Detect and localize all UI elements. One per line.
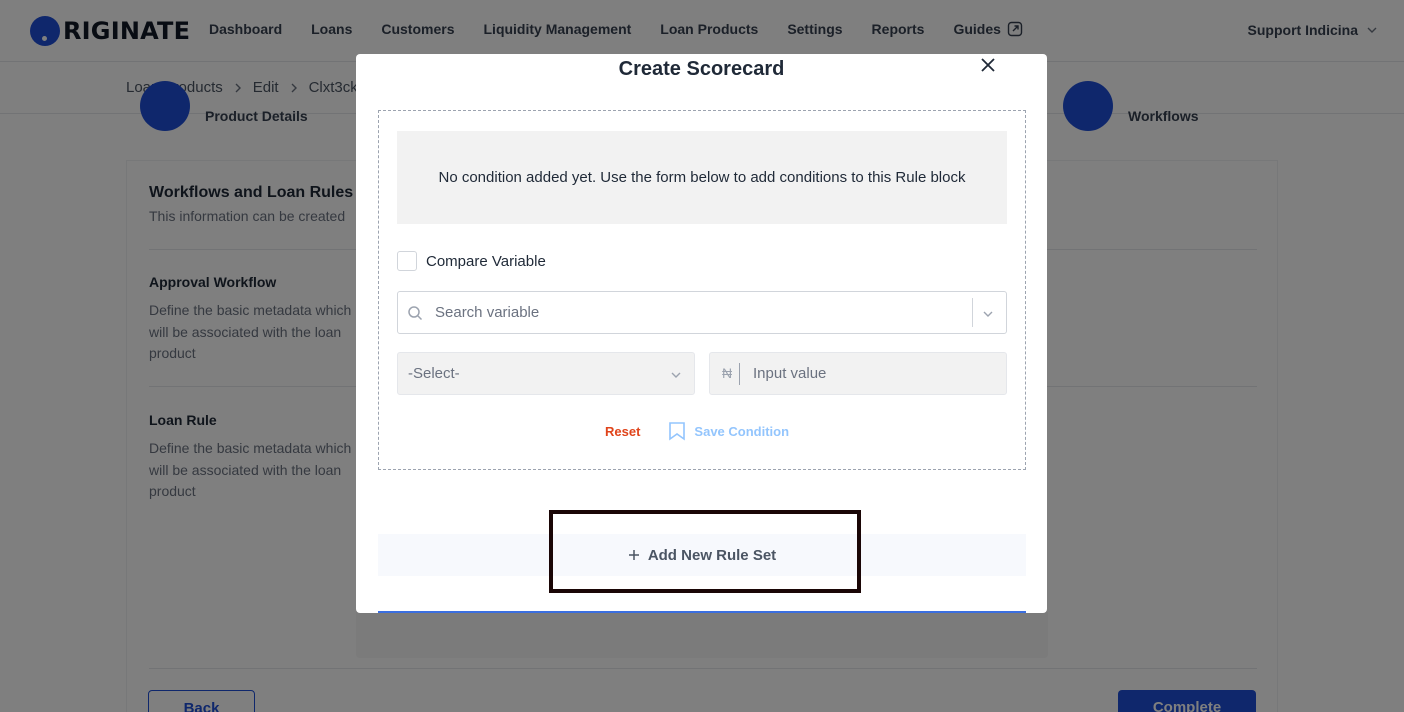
focus-underline bbox=[378, 611, 1026, 613]
currency-symbol: ₦ bbox=[722, 365, 733, 381]
search-variable-select[interactable]: Search variable bbox=[397, 291, 1007, 334]
value-input[interactable]: ₦ Input value bbox=[709, 352, 1007, 395]
compare-variable-label: Compare Variable bbox=[426, 252, 546, 270]
chevron-down-icon[interactable] bbox=[982, 308, 994, 320]
rule-block: No condition added yet. Use the form bel… bbox=[378, 110, 1026, 470]
operator-select[interactable]: -Select- bbox=[397, 352, 695, 395]
modal-underlay bbox=[356, 612, 1048, 658]
condition-actions: Reset Save Condition bbox=[605, 421, 789, 441]
close-icon[interactable] bbox=[979, 56, 997, 74]
operator-select-value: -Select- bbox=[408, 365, 460, 382]
select-separator bbox=[972, 298, 973, 327]
value-input-placeholder: Input value bbox=[753, 365, 827, 382]
modal-title: Create Scorecard bbox=[618, 58, 785, 80]
input-divider bbox=[739, 363, 740, 385]
search-variable-placeholder: Search variable bbox=[435, 304, 540, 321]
chevron-down-icon bbox=[671, 372, 681, 378]
bookmark-icon bbox=[669, 422, 686, 441]
compare-variable-row[interactable]: Compare Variable bbox=[397, 251, 546, 271]
save-condition-label: Save Condition bbox=[694, 423, 790, 439]
compare-variable-checkbox[interactable] bbox=[397, 251, 417, 271]
save-condition-button[interactable]: Save Condition bbox=[668, 421, 789, 441]
reset-button[interactable]: Reset bbox=[605, 424, 640, 439]
highlight-box bbox=[549, 510, 861, 593]
search-icon bbox=[408, 306, 423, 321]
empty-conditions-message: No condition added yet. Use the form bel… bbox=[397, 131, 1007, 224]
